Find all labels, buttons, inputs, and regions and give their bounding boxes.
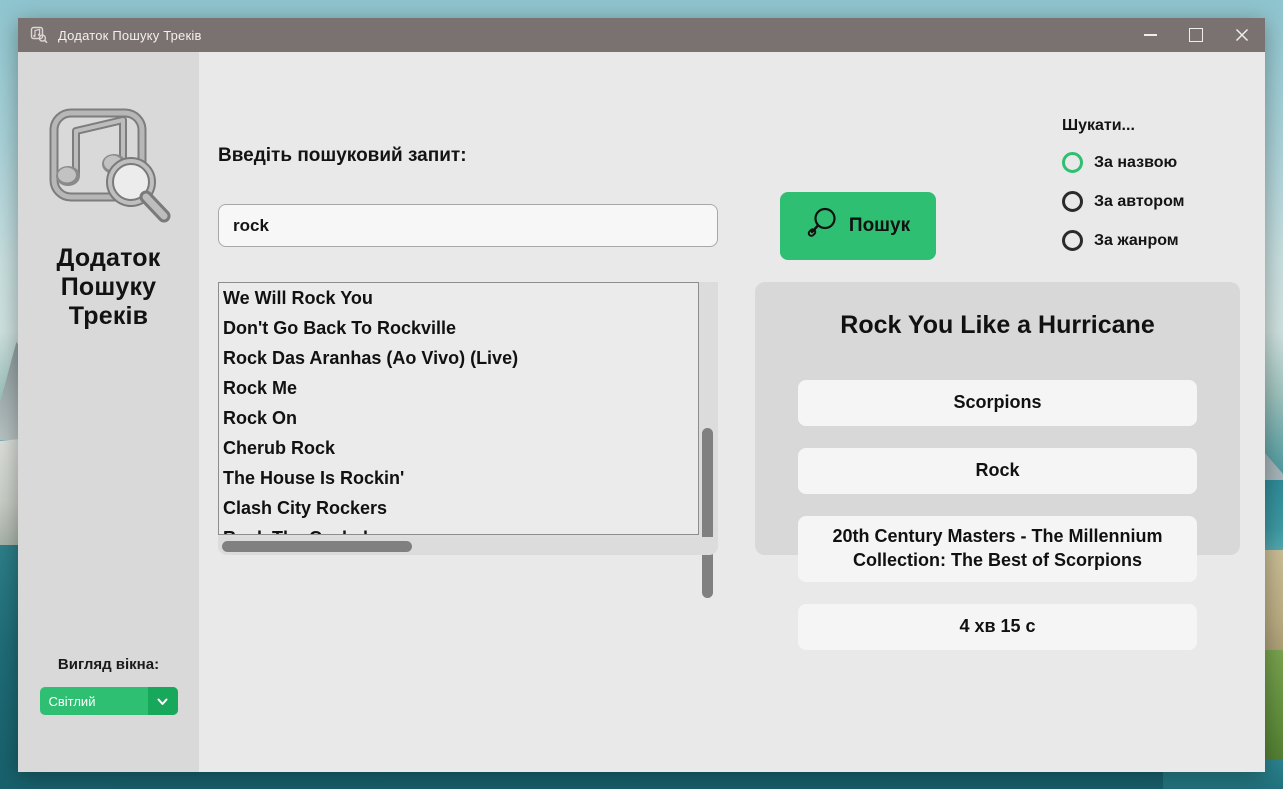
app-title-line: Треків [68, 302, 149, 330]
results-vertical-scrollbar-thumb[interactable] [702, 428, 713, 598]
track-detail-field-2: 20th Century Masters - The Millennium Co… [798, 516, 1197, 582]
music-note-magnifier-logo [40, 104, 178, 232]
chevron-down-icon [147, 687, 178, 715]
window-controls [1127, 18, 1265, 52]
results-list[interactable]: We Will Rock You Don't Go Back To Rockvil… [218, 282, 699, 535]
window-body: Додаток Пошуку Треків Вигляд вікна: Світли… [18, 52, 1265, 772]
track-detail-fields: Scorpions Rock 20th Century Masters - The … [755, 380, 1240, 650]
close-button[interactable] [1219, 18, 1265, 52]
search-mode-title: Шукати... [1062, 117, 1135, 134]
app-window: Додаток Пошуку Треків Додаток Пошуку Тре… [18, 18, 1265, 772]
results-horizontal-scrollbar-thumb[interactable] [222, 541, 412, 552]
track-detail-panel: Rock You Like a Hurricane Scorpions Rock 2… [755, 282, 1240, 650]
track-detail-field-1: Rock [798, 448, 1197, 494]
sidebar: Додаток Пошуку Треків Вигляд вікна: Світли… [18, 52, 199, 772]
main-content: Введіть пошуковий запит: Пошук Шукати...… [199, 52, 1265, 772]
results-vertical-scrollbar[interactable] [699, 282, 718, 598]
theme-select-value: Світлий [48, 693, 96, 709]
radio-selected-icon[interactable] [1062, 152, 1083, 173]
app-title: Додаток Пошуку Треків [57, 244, 161, 331]
theme-label: Вигляд вікна: [57, 656, 160, 673]
search-mode-group: Шукати... За назвою За автором За жанром [1062, 117, 1262, 269]
query-label: Введіть пошуковий запит: [218, 145, 467, 166]
title-bar: Додаток Пошуку Треків [18, 18, 1265, 52]
result-item[interactable]: Cherub Rock [219, 433, 698, 463]
search-mode-option-0[interactable]: За назвою [1062, 152, 1262, 173]
track-detail-title: Rock You Like a Hurricane [840, 311, 1155, 339]
track-detail-field-0: Scorpions [798, 380, 1197, 426]
window-title: Додаток Пошуку Треків [58, 27, 202, 43]
maximize-icon [1189, 28, 1203, 42]
maximize-button[interactable] [1173, 18, 1219, 52]
results-horizontal-scrollbar[interactable] [218, 537, 718, 555]
radio-unselected-icon[interactable] [1062, 230, 1083, 251]
search-button-label: Пошук [848, 215, 911, 236]
radio-unselected-icon[interactable] [1062, 191, 1083, 212]
close-icon [1235, 28, 1249, 42]
minimize-button[interactable] [1127, 18, 1173, 52]
search-mode-option-label: За жанром [1094, 231, 1179, 249]
result-item[interactable]: Rock Me [219, 373, 698, 403]
search-button[interactable]: Пошук [780, 192, 936, 260]
track-detail-field-3: 4 хв 15 с [798, 603, 1197, 650]
result-item[interactable]: Rock Das Aranhas (Ao Vivo) (Live) [219, 343, 698, 373]
result-item[interactable]: Rock On [219, 403, 698, 433]
magnifier-icon [806, 206, 840, 246]
app-title-line: Додаток [56, 244, 161, 272]
result-item[interactable]: The House Is Rockin' [219, 463, 698, 493]
result-item[interactable]: We Will Rock You [219, 283, 698, 313]
search-mode-option-2[interactable]: За жанром [1062, 230, 1262, 251]
search-mode-options: За назвою За автором За жанром [1062, 152, 1262, 251]
result-item[interactable]: Don't Go Back To Rockville [219, 313, 698, 343]
search-mode-option-label: За автором [1094, 192, 1185, 210]
search-input[interactable] [218, 204, 718, 247]
music-search-icon [30, 26, 48, 44]
search-mode-option-label: За назвою [1094, 153, 1178, 171]
result-item[interactable]: Clash City Rockers [219, 493, 698, 523]
minimize-icon [1143, 34, 1157, 36]
search-mode-option-1[interactable]: За автором [1062, 191, 1262, 212]
app-title-line: Пошуку [60, 273, 157, 301]
result-item[interactable]: Rock The Casbah [219, 523, 698, 534]
theme-select[interactable]: Світлий [39, 687, 178, 715]
theme-selector-group: Вигляд вікна: Світлий [18, 656, 199, 715]
